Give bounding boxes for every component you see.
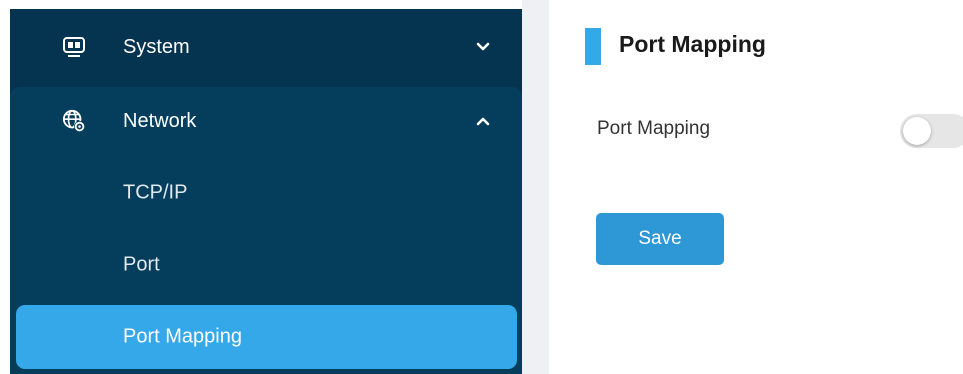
toggle-knob bbox=[903, 117, 931, 145]
page-title: Port Mapping bbox=[619, 31, 766, 57]
sidebar-subitem-label: Port bbox=[123, 253, 160, 276]
sidebar-item-network[interactable]: Network bbox=[10, 87, 522, 155]
monitor-icon bbox=[62, 35, 86, 59]
chevron-down-icon bbox=[476, 40, 490, 54]
sidebar-subitem-label: TCP/IP bbox=[123, 181, 188, 204]
network-settings-icon bbox=[62, 109, 86, 133]
sidebar: System Network TCP/IP Port Port Mapping bbox=[10, 9, 522, 374]
sidebar-subitem-port-mapping[interactable]: Port Mapping bbox=[16, 305, 517, 369]
network-group: Network TCP/IP Port Port Mapping bbox=[10, 87, 522, 374]
sidebar-item-system[interactable]: System bbox=[10, 13, 522, 81]
content-divider bbox=[522, 0, 549, 374]
save-button[interactable]: Save bbox=[596, 213, 724, 265]
sidebar-subitem-tcp-ip[interactable]: TCP/IP bbox=[10, 161, 522, 225]
sidebar-subitem-label: Port Mapping bbox=[123, 325, 242, 348]
sidebar-subitem-port[interactable]: Port bbox=[10, 233, 522, 297]
sidebar-item-label: Network bbox=[123, 109, 197, 132]
title-accent-bar bbox=[585, 28, 601, 65]
port-mapping-toggle[interactable] bbox=[900, 114, 963, 148]
chevron-up-icon bbox=[476, 114, 490, 128]
port-mapping-field-label: Port Mapping bbox=[597, 118, 711, 139]
sidebar-item-label: System bbox=[123, 35, 190, 58]
